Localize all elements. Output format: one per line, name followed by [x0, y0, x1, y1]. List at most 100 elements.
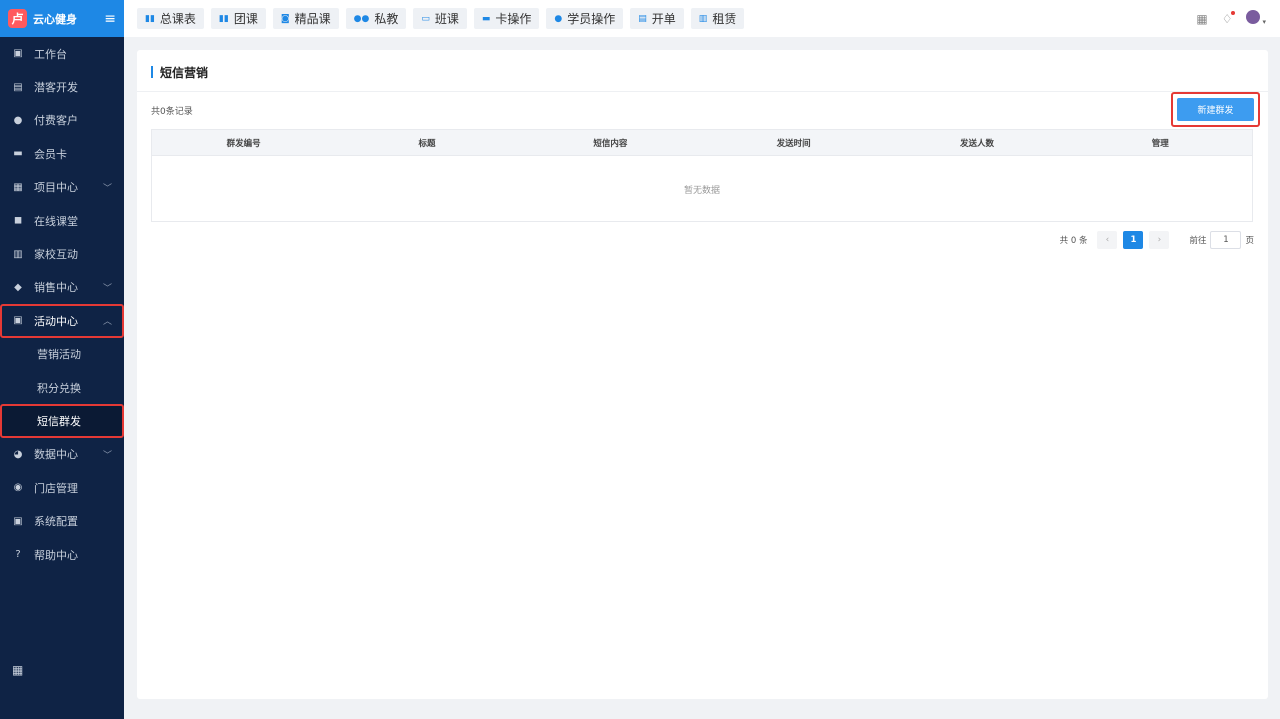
sidebar-item-label: 销售中心	[34, 281, 78, 295]
column-header-send-time: 发送时间	[776, 138, 811, 149]
column-header-recipients: 发送人数	[959, 138, 994, 149]
tab-group-class[interactable]: ▮▮ 团课	[210, 8, 266, 29]
folder-icon: ▦	[13, 181, 23, 193]
board-icon: ▭	[421, 13, 430, 24]
activity-icon: ▣	[13, 315, 23, 327]
column-header-manage: 管理	[1151, 138, 1169, 149]
sidebar-subitem-sms-broadcast[interactable]: 短信群发	[0, 404, 124, 438]
sidebar-item-activities[interactable]: ▣ 活动中心 ︿	[0, 304, 124, 338]
prev-page-button[interactable]: ‹	[1097, 231, 1118, 249]
tab-label: 卡操作	[495, 12, 532, 26]
record-count: 共0条记录	[151, 107, 193, 117]
sidebar-item-help[interactable]: ? 帮助中心	[0, 538, 124, 571]
tab-label: 班课	[434, 12, 459, 26]
sidebar-item-label: 短信群发	[37, 414, 81, 428]
users-icon: ●	[13, 114, 23, 126]
building-icon: ▥	[698, 13, 708, 24]
briefcase-icon: ◼	[13, 215, 23, 227]
tab-create-order[interactable]: ▤ 开单	[630, 8, 684, 29]
pagination-total: 共 0 条	[1059, 236, 1088, 246]
tab-class-course[interactable]: ▭ 班课	[413, 8, 467, 29]
book-icon: ▮▮	[218, 13, 229, 24]
tab-label: 开单	[651, 12, 676, 26]
sidebar-item-sales[interactable]: ◆ 销售中心 ﹀	[0, 271, 124, 304]
sidebar-item-label: 活动中心	[34, 314, 78, 328]
sidebar-item-label: 系统配置	[34, 515, 78, 529]
sidebar-item-membership-card[interactable]: ▬ 会员卡	[0, 137, 124, 170]
sidebar-menu: ▣ 工作台 ▤ 潜客开发 ● 付费客户 ▬ 会员卡 ▦ 项目中心 ﹀ ◼ 在线课…	[0, 37, 124, 571]
sidebar-item-label: 潜客开发	[34, 81, 78, 95]
column-header-broadcast-id: 群发编号	[226, 138, 261, 149]
sidebar-item-system-config[interactable]: ▣ 系统配置	[0, 504, 124, 537]
page-title-text: 短信营销	[160, 65, 209, 80]
sidebar-item-label: 会员卡	[34, 147, 67, 161]
sidebar-item-projects[interactable]: ▦ 项目中心 ﹀	[0, 171, 124, 204]
workbench-icon: ▣	[13, 48, 23, 60]
page-suffix: 页	[1245, 236, 1254, 246]
card-icon: ▬	[481, 13, 491, 24]
sidebar-subitem-points-exchange[interactable]: 积分兑换	[0, 371, 124, 404]
sidebar-item-paying-customers[interactable]: ● 付费客户	[0, 104, 124, 137]
tab-student-operation[interactable]: ● 学员操作	[546, 8, 624, 29]
next-page-button[interactable]: ›	[1149, 231, 1170, 249]
chevron-down-icon: ﹀	[102, 183, 112, 194]
goto-page-input[interactable]	[1210, 231, 1242, 249]
hamburger-icon[interactable]: ≡	[104, 11, 116, 27]
table-header: 群发编号 标题 短信内容 发送时间 发送人数 管理	[152, 130, 1252, 156]
goto-label: 前往	[1189, 236, 1207, 246]
tab-schedule[interactable]: ▮▮ 总课表	[137, 8, 204, 29]
title-accent-bar	[151, 66, 153, 78]
notification-dot	[1231, 10, 1236, 15]
tab-private-training[interactable]: ●● 私教	[345, 8, 407, 29]
sidebar-item-label: 项目中心	[34, 181, 78, 195]
sidebar-item-home-school[interactable]: ▥ 家校互动	[0, 237, 124, 270]
tab-card-operation[interactable]: ▬ 卡操作	[473, 8, 540, 29]
sidebar-item-label: 营销活动	[37, 348, 81, 362]
logo-icon: 卢	[8, 9, 27, 28]
sidebar-item-label: 帮助中心	[34, 548, 78, 562]
avatar	[1246, 10, 1261, 24]
column-header-content: 短信内容	[593, 138, 628, 149]
tab-label: 总课表	[159, 12, 196, 26]
column-header-title: 标题	[418, 138, 436, 149]
sidebar-item-label: 家校互动	[34, 248, 78, 262]
sidebar-subitem-marketing[interactable]: 营销活动	[0, 338, 124, 371]
user-menu[interactable]: ▾	[1246, 10, 1266, 27]
apps-grid-icon[interactable]: ▦	[12, 663, 23, 677]
monitor-icon: ▣	[13, 515, 23, 527]
sidebar: 卢 云心健身 ≡ ▣ 工作台 ▤ 潜客开发 ● 付费客户 ▬ 会员卡 ▦ 项目中…	[0, 0, 124, 719]
tab-label: 租赁	[712, 12, 737, 26]
sidebar-item-workbench[interactable]: ▣ 工作台	[0, 37, 124, 70]
main-card: 短信营销 共0条记录 新建群发 群发编号 标题 短信内容 发送时间 发送人数 管…	[137, 50, 1268, 699]
sidebar-item-online-class[interactable]: ◼ 在线课堂	[0, 204, 124, 237]
tab-rental[interactable]: ▥ 租赁	[690, 8, 745, 29]
sidebar-item-store-management[interactable]: ◉ 门店管理	[0, 471, 124, 504]
sidebar-item-label: 数据中心	[34, 448, 78, 462]
top-right-tools: ▦ ♢ ▾	[1196, 10, 1266, 27]
new-broadcast-button[interactable]: 新建群发	[1177, 98, 1254, 121]
book-icon: ▮▮	[145, 13, 155, 24]
tab-label: 精品课	[294, 12, 331, 26]
id-card-icon: ▤	[13, 81, 23, 93]
chevron-down-icon: ﹀	[102, 283, 112, 294]
sidebar-item-prospects[interactable]: ▤ 潜客开发	[0, 70, 124, 103]
tab-premium-class[interactable]: ◙ 精品课	[272, 8, 339, 29]
store-icon: ◉	[13, 482, 23, 494]
contact-book-icon: ▥	[13, 248, 23, 260]
pagination: 共 0 条 ‹ 1 › 前往 页	[1060, 231, 1254, 249]
sidebar-item-data-center[interactable]: ◕ 数据中心 ﹀	[0, 438, 124, 471]
page-number-current[interactable]: 1	[1123, 231, 1144, 249]
page-title: 短信营销	[151, 65, 209, 80]
new-broadcast-highlight: 新建群发	[1171, 92, 1260, 127]
tab-label: 学员操作	[567, 12, 616, 26]
help-icon: ?	[15, 549, 21, 561]
sidebar-item-label: 付费客户	[34, 114, 78, 128]
bell-icon[interactable]: ♢	[1222, 10, 1236, 26]
qr-code-icon[interactable]: ▦	[1196, 12, 1207, 26]
card-icon: ▬	[13, 148, 23, 160]
sms-table: 群发编号 标题 短信内容 发送时间 发送人数 管理 暂无数据	[151, 129, 1253, 222]
brand-bar: 卢 云心健身 ≡	[0, 0, 124, 37]
order-icon: ▤	[638, 13, 647, 24]
sidebar-item-label: 在线课堂	[34, 214, 78, 228]
empty-state: 暂无数据	[683, 185, 720, 196]
